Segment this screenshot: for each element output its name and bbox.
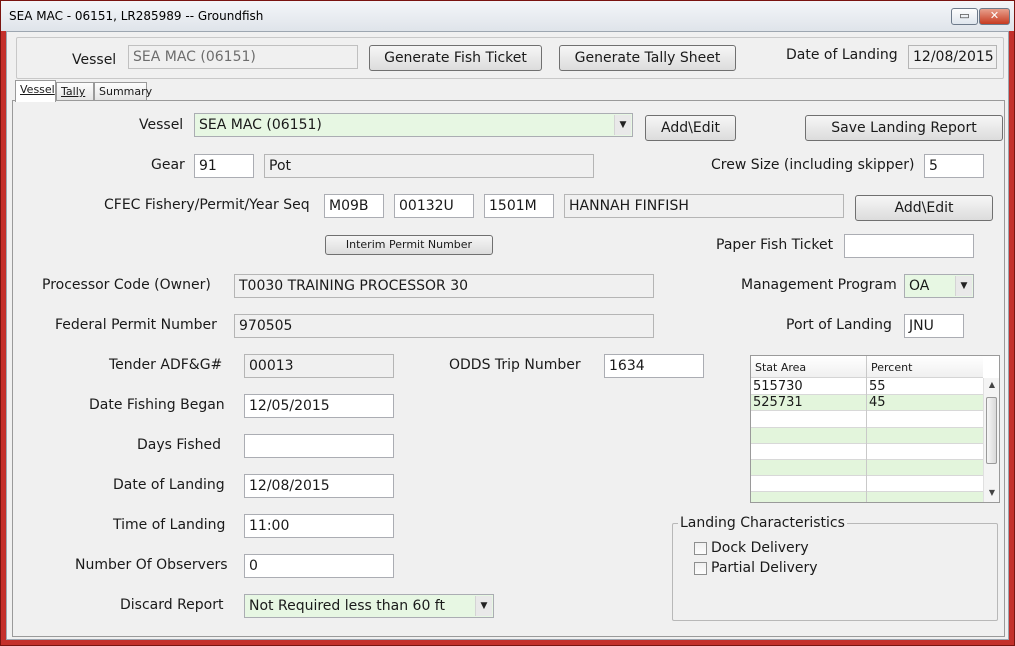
federal-permit-field: 970505 [234,314,654,338]
cfec-label: CFEC Fishery/Permit/Year Seq [104,197,310,213]
grid-scrollbar[interactable]: ▲ ▼ [983,378,999,502]
grid-row[interactable]: 525731 45 [751,395,983,411]
paper-fish-ticket-field[interactable] [844,234,974,258]
header-date-of-landing-field: 12/08/2015 [908,45,997,69]
discard-report-value: Not Required less than 60 ft [249,598,445,614]
grid-row-empty[interactable] [751,428,983,444]
scroll-down-arrow-icon[interactable]: ▼ [984,486,999,500]
header-group: Vessel SEA MAC (06151) Generate Fish Tic… [16,37,1004,79]
time-of-landing-label: Time of Landing [113,517,226,533]
discard-report-label: Discard Report [120,597,224,613]
vessel-select[interactable]: SEA MAC (06151) ▼ [194,113,633,137]
interim-permit-number-button[interactable]: Interim Permit Number [325,235,493,255]
vessel-add-edit-button[interactable]: Add\Edit [645,115,736,141]
chevron-down-icon: ▼ [614,115,631,135]
tab-summary-label: Summary [99,85,153,98]
port-of-landing-label: Port of Landing [786,317,892,333]
cfec-permit-field[interactable]: 00132U [394,194,474,218]
minimize-button[interactable]: ▭ [951,8,978,25]
date-fishing-began-label: Date Fishing Began [89,397,225,413]
tab-tally-label: Tally [61,85,86,98]
tab-summary[interactable]: Summary [94,82,152,101]
days-fished-field[interactable] [244,434,394,458]
close-button[interactable]: ✕ [979,8,1010,25]
vessel-select-value: SEA MAC (06151) [199,117,322,133]
app-window: SEA MAC - 06151, LR285989 -- Groundfish … [0,0,1015,646]
grid-cell-stat-area[interactable]: 515730 [753,379,803,394]
save-landing-report-button[interactable]: Save Landing Report [805,115,1003,141]
grid-cell-percent[interactable]: 55 [869,379,886,394]
grid-row-empty[interactable] [751,412,983,428]
scroll-up-arrow-icon[interactable]: ▲ [984,378,999,392]
chevron-down-icon: ▼ [955,276,972,296]
federal-permit-label: Federal Permit Number [55,317,217,333]
grid-header-stat-area: Stat Area [755,361,807,374]
paper-fish-ticket-label: Paper Fish Ticket [716,237,834,253]
crew-size-field[interactable]: 5 [924,154,984,178]
time-of-landing-field[interactable]: 11:00 [244,514,394,538]
tab-vessel-label: Vessel [20,83,55,96]
vessel-tab-panel: Vessel SEA MAC (06151) ▼ Add\Edit Save L… [12,100,1005,637]
generate-fish-ticket-button[interactable]: Generate Fish Ticket [369,45,542,71]
number-of-observers-field[interactable]: 0 [244,554,394,578]
vessel-label: Vessel [139,117,184,133]
management-program-select[interactable]: OA ▼ [904,274,974,298]
header-vessel-label: Vessel [72,52,117,68]
client-area: Vessel SEA MAC (06151) Generate Fish Tic… [6,31,1009,640]
processor-code-field: T0030 TRAINING PROCESSOR 30 [234,274,654,298]
generate-tally-sheet-button[interactable]: Generate Tally Sheet [559,45,736,71]
days-fished-label: Days Fished [137,437,221,453]
chevron-down-icon: ▼ [475,596,492,616]
gear-label: Gear [151,157,185,173]
partial-delivery-label[interactable]: Partial Delivery [711,560,818,576]
cfec-holder-field: HANNAH FINFISH [564,194,844,218]
partial-delivery-checkbox[interactable] [694,562,707,575]
date-fishing-began-field[interactable]: 12/05/2015 [244,394,394,418]
tender-label: Tender ADF&G# [109,357,223,373]
grid-header: Stat Area Percent [751,356,983,378]
grid-cell-percent[interactable]: 45 [869,395,886,410]
tender-field: 00013 [244,354,394,378]
grid-row-empty[interactable] [751,476,983,492]
processor-code-label: Processor Code (Owner) [42,277,211,293]
window-title: SEA MAC - 06151, LR285989 -- Groundfish [9,9,264,23]
odds-trip-label: ODDS Trip Number [449,357,581,373]
grid-row-empty[interactable] [751,492,983,502]
gear-code-field[interactable]: 91 [194,154,254,178]
discard-report-select[interactable]: Not Required less than 60 ft ▼ [244,594,494,618]
grid-cell-stat-area[interactable]: 525731 [753,395,803,410]
date-of-landing-field[interactable]: 12/08/2015 [244,474,394,498]
scroll-thumb[interactable] [986,397,997,464]
date-of-landing-label: Date of Landing [113,477,225,493]
tab-vessel[interactable]: Vessel [15,80,56,102]
cfec-year-seq-field[interactable]: 1501M [484,194,554,218]
tab-tally[interactable]: Tally [56,82,94,101]
number-of-observers-label: Number Of Observers [75,557,228,573]
gear-name-field: Pot [264,154,594,178]
management-program-value: OA [909,278,930,294]
grid-row-empty[interactable] [751,460,983,476]
port-of-landing-field[interactable]: JNU [904,314,964,338]
odds-trip-field[interactable]: 1634 [604,354,704,378]
landing-characteristics-legend: Landing Characteristics [678,515,847,531]
dock-delivery-label[interactable]: Dock Delivery [711,540,809,556]
cfec-add-edit-button[interactable]: Add\Edit [855,195,993,221]
stat-area-grid[interactable]: Stat Area Percent 515730 55 525731 45 ▲ … [750,355,1000,503]
landing-characteristics-group: Landing Characteristics Dock Delivery Pa… [672,515,998,621]
management-program-label: Management Program [741,277,897,293]
grid-row-empty[interactable] [751,444,983,460]
cfec-fishery-field[interactable]: M09B [324,194,384,218]
header-date-of-landing-label: Date of Landing [786,47,898,63]
grid-column-divider [866,356,867,502]
grid-header-percent: Percent [871,361,913,374]
title-bar: SEA MAC - 06151, LR285989 -- Groundfish … [1,1,1014,31]
grid-row[interactable]: 515730 55 [751,379,983,395]
header-vessel-field: SEA MAC (06151) [128,45,358,69]
dock-delivery-checkbox[interactable] [694,542,707,555]
crew-size-label: Crew Size (including skipper) [711,157,915,173]
